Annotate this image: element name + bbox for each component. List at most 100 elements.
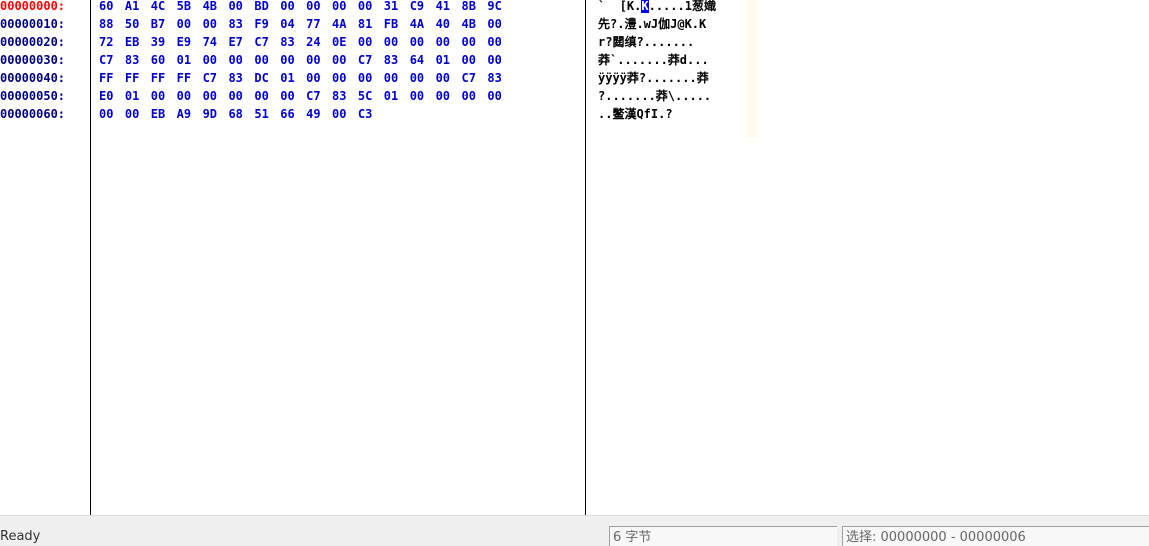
hex-byte[interactable]: 00 bbox=[306, 0, 332, 15]
hex-byte[interactable]: FF bbox=[125, 69, 151, 87]
hex-byte[interactable]: 4C bbox=[151, 0, 177, 15]
hex-byte[interactable]: 00 bbox=[358, 0, 384, 15]
hex-byte[interactable]: 00 bbox=[332, 105, 358, 123]
hex-byte[interactable]: 00 bbox=[228, 0, 254, 15]
hex-byte[interactable]: 00 bbox=[384, 69, 410, 87]
hex-byte[interactable]: E9 bbox=[177, 33, 203, 51]
hex-byte[interactable]: C7 bbox=[306, 87, 332, 105]
ascii-row[interactable]: r?閮缜?....... bbox=[598, 33, 694, 51]
hex-byte[interactable]: 00 bbox=[203, 51, 229, 69]
hex-byte[interactable]: C7 bbox=[461, 69, 487, 87]
ascii-row[interactable]: 莽`.......莽d... bbox=[598, 51, 709, 69]
hex-row[interactable]: 72 EB 39 E9 74 E7 C7 83 24 0E 00 00 00 00 00 00 bbox=[99, 33, 513, 51]
hex-byte[interactable]: E7 bbox=[228, 33, 254, 51]
hex-byte[interactable]: 00 bbox=[487, 51, 513, 69]
caret-cursor[interactable]: K bbox=[641, 0, 649, 13]
hex-view[interactable]: 60 A1 4C 5B 4B 00 BD 00 00 00 00 31 C9 41 8B 9C 88 50 B7 00… bbox=[91, 0, 585, 515]
hex-byte[interactable]: 77 bbox=[306, 15, 332, 33]
hex-byte[interactable]: 00 bbox=[332, 51, 358, 69]
hex-byte[interactable]: 00 bbox=[306, 69, 332, 87]
hex-byte[interactable]: 41 bbox=[436, 0, 462, 15]
hex-byte[interactable]: C7 bbox=[358, 51, 384, 69]
hex-byte[interactable]: 5C bbox=[358, 87, 384, 105]
ascii-row[interactable]: ..鳖漢QfI.? bbox=[598, 105, 673, 123]
hex-byte[interactable]: 00 bbox=[410, 33, 436, 51]
hex-byte[interactable]: 83 bbox=[384, 51, 410, 69]
hex-byte[interactable]: 00 bbox=[384, 33, 410, 51]
hex-byte[interactable]: 51 bbox=[254, 105, 280, 123]
hex-byte[interactable]: 00 bbox=[203, 87, 229, 105]
hex-byte[interactable]: 00 bbox=[203, 15, 229, 33]
hex-byte[interactable]: 00 bbox=[410, 69, 436, 87]
hex-byte[interactable]: 83 bbox=[228, 15, 254, 33]
hex-row[interactable]: 88 50 B7 00 00 83 F9 04 77 4A 81 FB 4A 40 4B 00 bbox=[99, 15, 513, 33]
ascii-row[interactable]: 先?.澧.wJ伽J@K.K bbox=[598, 15, 706, 33]
hex-byte[interactable]: A1 bbox=[125, 0, 151, 15]
hex-byte[interactable]: 64 bbox=[410, 51, 436, 69]
hex-row[interactable]: 60 A1 4C 5B 4B 00 BD 00 00 00 00 31 C9 41 8B 9C bbox=[99, 0, 513, 15]
hex-byte[interactable]: 4A bbox=[410, 15, 436, 33]
hex-byte[interactable]: 00 bbox=[99, 105, 125, 123]
hex-byte[interactable]: 01 bbox=[384, 87, 410, 105]
hex-byte[interactable]: 60 bbox=[151, 51, 177, 69]
hex-byte[interactable]: 00 bbox=[436, 69, 462, 87]
hex-byte[interactable]: 00 bbox=[177, 87, 203, 105]
hex-byte[interactable]: 00 bbox=[228, 51, 254, 69]
hex-byte[interactable]: FF bbox=[99, 69, 125, 87]
hex-byte[interactable]: 00 bbox=[358, 33, 384, 51]
hex-byte[interactable]: 83 bbox=[280, 33, 306, 51]
hex-byte[interactable]: 00 bbox=[177, 15, 203, 33]
hex-byte[interactable]: EB bbox=[125, 33, 151, 51]
hex-byte[interactable]: 00 bbox=[280, 51, 306, 69]
hex-byte[interactable]: A9 bbox=[177, 105, 203, 123]
hex-byte[interactable]: C9 bbox=[410, 0, 436, 15]
hex-byte[interactable]: 00 bbox=[358, 69, 384, 87]
hex-byte[interactable]: 83 bbox=[487, 69, 513, 87]
ascii-row[interactable]: ` [K.K.....1葱嬂 bbox=[598, 0, 716, 15]
hex-byte[interactable]: 00 bbox=[487, 15, 513, 33]
hex-byte[interactable]: 00 bbox=[306, 51, 332, 69]
hex-byte[interactable]: 24 bbox=[306, 33, 332, 51]
hex-byte[interactable]: 00 bbox=[410, 87, 436, 105]
hex-byte[interactable]: 00 bbox=[461, 51, 487, 69]
hex-byte[interactable]: 4A bbox=[332, 15, 358, 33]
hex-byte[interactable]: 66 bbox=[280, 105, 306, 123]
hex-byte[interactable]: 83 bbox=[332, 87, 358, 105]
hex-byte[interactable]: 00 bbox=[487, 33, 513, 51]
hex-byte[interactable]: EB bbox=[151, 105, 177, 123]
hex-byte[interactable]: 9C bbox=[487, 0, 513, 15]
hex-byte[interactable]: 4B bbox=[203, 0, 229, 15]
hex-row[interactable]: 00 00 EB A9 9D 68 51 66 49 00 C3 bbox=[99, 105, 384, 123]
hex-byte[interactable]: 50 bbox=[125, 15, 151, 33]
hex-byte[interactable]: 00 bbox=[280, 0, 306, 15]
ascii-view[interactable]: ` [K.K.....1葱嬂 先?.澧.wJ伽J@K.K r?閮缜?....... 莽… bbox=[586, 0, 1149, 515]
hex-byte[interactable]: 0E bbox=[332, 33, 358, 51]
hex-byte[interactable]: 00 bbox=[228, 87, 254, 105]
hex-byte[interactable]: 68 bbox=[228, 105, 254, 123]
hex-byte[interactable]: 9D bbox=[203, 105, 229, 123]
hex-byte[interactable]: 00 bbox=[254, 87, 280, 105]
hex-byte[interactable]: 74 bbox=[203, 33, 229, 51]
hex-byte[interactable]: 81 bbox=[358, 15, 384, 33]
hex-row[interactable]: FF FF FF FF C7 83 DC 01 00 00 00 00 00 00 C7 83 bbox=[99, 69, 513, 87]
hex-byte[interactable]: 00 bbox=[436, 33, 462, 51]
hex-byte[interactable]: DC bbox=[254, 69, 280, 87]
hex-byte[interactable]: 8B bbox=[461, 0, 487, 15]
hex-byte[interactable]: 04 bbox=[280, 15, 306, 33]
hex-byte[interactable]: 60 bbox=[99, 0, 125, 15]
hex-byte[interactable]: 01 bbox=[125, 87, 151, 105]
hex-byte[interactable]: C7 bbox=[254, 33, 280, 51]
ascii-row[interactable]: ÿÿÿÿ莽?.......莽 bbox=[598, 69, 709, 87]
hex-byte[interactable]: FF bbox=[151, 69, 177, 87]
hex-byte[interactable]: 00 bbox=[461, 33, 487, 51]
hex-byte[interactable]: C7 bbox=[203, 69, 229, 87]
hex-byte[interactable]: 40 bbox=[436, 15, 462, 33]
hex-byte[interactable]: B7 bbox=[151, 15, 177, 33]
hex-byte[interactable]: 72 bbox=[99, 33, 125, 51]
hex-byte[interactable]: 01 bbox=[280, 69, 306, 87]
hex-byte[interactable]: 01 bbox=[177, 51, 203, 69]
hex-byte[interactable]: 00 bbox=[332, 0, 358, 15]
hex-byte[interactable]: 4B bbox=[461, 15, 487, 33]
hex-byte[interactable]: 00 bbox=[487, 87, 513, 105]
hex-byte[interactable]: C7 bbox=[99, 51, 125, 69]
